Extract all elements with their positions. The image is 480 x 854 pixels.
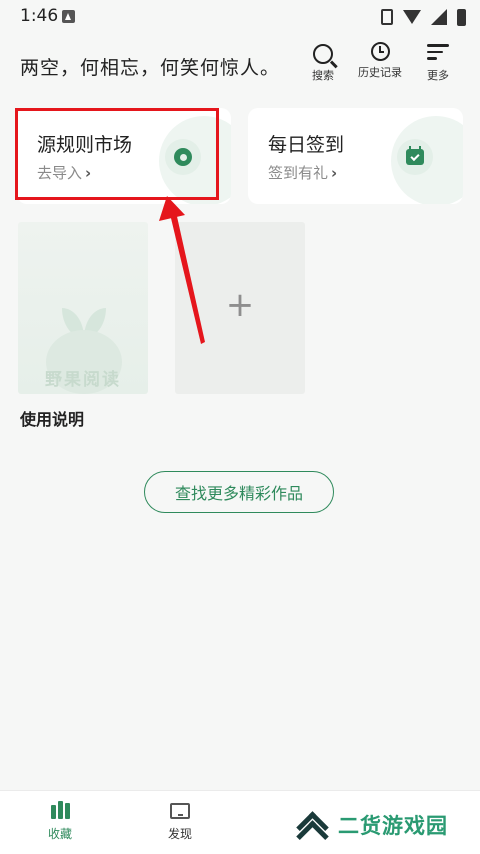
- watermark-text: 二货游戏园: [338, 814, 448, 838]
- book-icon: [170, 803, 190, 819]
- chevron-right-icon: ›: [331, 164, 338, 182]
- search-icon: [313, 44, 333, 64]
- history-button[interactable]: 历史记录: [354, 40, 406, 86]
- calendar-check-icon: [397, 139, 433, 175]
- daily-checkin-card[interactable]: 每日签到 签到有礼 ›: [248, 108, 463, 204]
- vibrate-icon: [381, 9, 393, 25]
- plus-icon: +: [225, 285, 255, 325]
- highlight-box: [15, 108, 219, 200]
- history-label: 历史记录: [358, 66, 402, 79]
- add-book-button[interactable]: +: [175, 222, 305, 394]
- tab-discover[interactable]: 发现: [150, 801, 210, 842]
- history-icon: [370, 42, 390, 61]
- card-title: 每日签到: [268, 134, 345, 156]
- status-time: 1:46: [20, 6, 59, 26]
- book-title: 使用说明: [20, 410, 85, 429]
- bookshelf-icon: [50, 801, 70, 819]
- more-label: 更多: [427, 68, 449, 82]
- wifi-icon: [403, 10, 421, 24]
- notification-app-icon: [62, 10, 75, 23]
- battery-icon: [457, 8, 466, 26]
- book-cover-title: 野果阅读: [45, 370, 121, 390]
- status-bar: 1:46: [0, 0, 480, 34]
- status-icons: [381, 8, 466, 26]
- header-quote: 两空，何相忘，何笑何惊人。: [20, 57, 281, 79]
- menu-icon: [427, 44, 449, 64]
- tab-favorites-label: 收藏: [47, 827, 72, 841]
- more-button[interactable]: 更多: [412, 40, 464, 86]
- watermark-logo-icon: [290, 810, 330, 853]
- search-label: 搜索: [312, 69, 334, 82]
- find-more-button[interactable]: 查找更多精彩作品: [144, 471, 334, 513]
- tab-favorites[interactable]: 收藏: [30, 801, 90, 842]
- signal-icon: [431, 9, 447, 25]
- tab-discover-label: 发现: [167, 827, 192, 841]
- book-cover[interactable]: 野果阅读: [18, 222, 148, 394]
- search-button[interactable]: 搜索: [297, 40, 349, 86]
- watermark: 二货游戏园: [290, 803, 448, 853]
- card-subtitle: 签到有礼 ›: [268, 164, 338, 182]
